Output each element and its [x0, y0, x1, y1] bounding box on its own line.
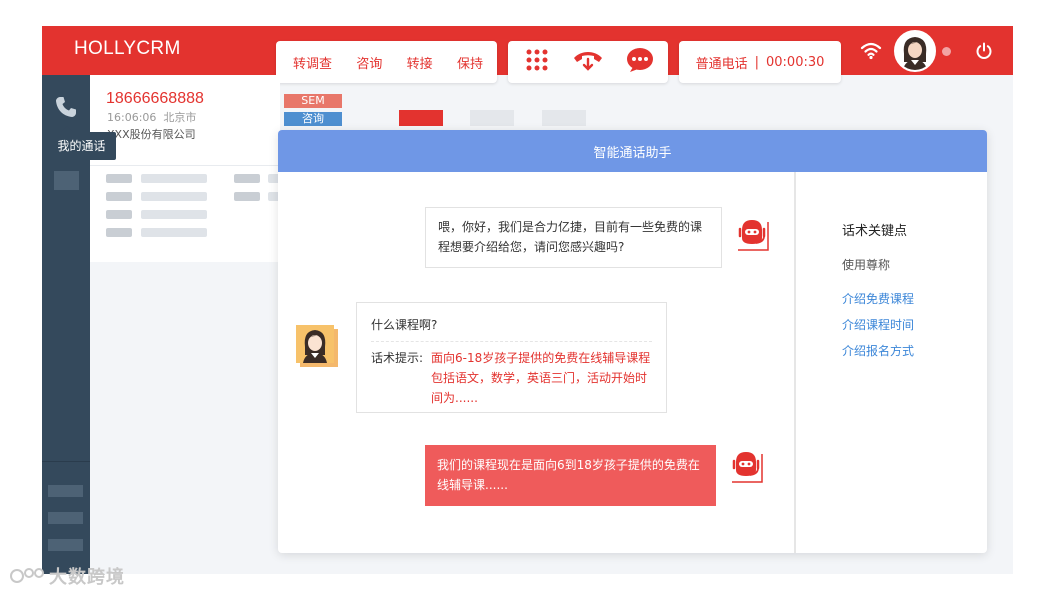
- divider: [90, 165, 280, 166]
- script-hint: 话术提示: 面向6-18岁孩子提供的免费在线辅导课程包括语文，数学，英语三门，活…: [371, 348, 652, 408]
- call-actions-group: 转调查 咨询 转接 保持: [276, 41, 497, 83]
- divider: [794, 172, 796, 553]
- customer-message: 什么课程啊? 话术提示: 面向6-18岁孩子提供的免费在线辅导课程包括语文，数学…: [356, 302, 667, 413]
- placeholder-bar: [106, 192, 132, 201]
- keypoints-title: 话术关键点: [842, 224, 908, 239]
- placeholder-bar: [234, 192, 260, 201]
- hint-text: 面向6-18岁孩子提供的免费在线辅导课程包括语文，数学，英语三门，活动开始时间为…: [431, 351, 651, 405]
- tab[interactable]: [470, 110, 514, 126]
- placeholder-bar: [234, 174, 260, 183]
- keypoint-link-course-time[interactable]: 介绍课程时间: [842, 316, 914, 333]
- call-list-panel: 18666668888 16:06:06 北京市 XXX股份有限公司: [90, 75, 280, 262]
- chat-icon[interactable]: [626, 47, 654, 77]
- top-bar: HOLLYCRM 转调查 咨询 转接 保持 普通电话 | 00:00:30: [42, 26, 1013, 83]
- robot-agent-icon: [732, 216, 772, 256]
- placeholder-bar: [141, 174, 207, 183]
- phone-icon[interactable]: [54, 95, 78, 123]
- tab[interactable]: [542, 110, 586, 126]
- rail-divider: [42, 461, 90, 462]
- app-window: HOLLYCRM 转调查 咨询 转接 保持 普通电话 | 00:00:30 我的…: [42, 26, 1013, 574]
- rail-nav-item[interactable]: [48, 485, 83, 497]
- keypoint-link-free-course[interactable]: 介绍免费课程: [842, 290, 914, 307]
- call-meta: 16:06:06 北京市: [107, 109, 196, 125]
- watermark-logo-icon: [9, 565, 45, 592]
- placeholder-bar: [141, 228, 207, 237]
- call-status-group: 普通电话 | 00:00:30: [679, 41, 841, 83]
- dialog-title: 智能通话助手: [278, 130, 987, 172]
- hold-button[interactable]: 保持: [457, 53, 483, 72]
- transfer-survey-button[interactable]: 转调查: [293, 53, 332, 72]
- caller-company: XXX股份有限公司: [107, 128, 196, 141]
- power-icon[interactable]: [975, 42, 993, 64]
- call-city: 北京市: [163, 111, 197, 124]
- brand-logo: HOLLYCRM: [74, 38, 181, 59]
- transfer-button[interactable]: 转接: [407, 53, 433, 72]
- call-timer: 00:00:30: [766, 54, 825, 70]
- call-type-label: 普通电话: [695, 56, 748, 72]
- rail-nav-item[interactable]: [48, 539, 83, 551]
- robot-agent-icon: [726, 448, 766, 488]
- customer-avatar: [296, 325, 338, 367]
- rail-nav-item[interactable]: [54, 171, 79, 190]
- presence-indicator: [942, 47, 951, 56]
- watermark-text: 大数跨境: [49, 567, 125, 588]
- consult-button[interactable]: 咨询: [356, 53, 382, 72]
- caller-number[interactable]: 18666668888: [106, 90, 204, 108]
- placeholder-bar: [106, 210, 132, 219]
- smart-call-assistant-dialog: 智能通话助手 喂，你好，我们是合力亿捷，目前有一些免费的课程想要介绍给您，请问您…: [278, 130, 987, 553]
- wifi-icon: [860, 42, 882, 64]
- tab-active[interactable]: [399, 110, 443, 126]
- watermark: 大数跨境: [9, 563, 125, 592]
- placeholder-bar: [106, 228, 132, 237]
- rail-nav-item[interactable]: [48, 512, 83, 524]
- my-calls-tooltip: 我的通话: [47, 126, 116, 160]
- user-avatar[interactable]: [894, 30, 936, 72]
- customer-question: 什么课程啊?: [371, 315, 652, 342]
- status-separator: |: [754, 54, 759, 70]
- source-tag-sem: SEM: [284, 94, 342, 108]
- type-tag-consult: 咨询: [284, 112, 342, 126]
- call-time: 16:06:06: [107, 111, 157, 124]
- bot-message: 喂，你好，我们是合力亿捷，目前有一些免费的课程想要介绍给您，请问您感兴趣吗?: [425, 207, 722, 268]
- placeholder-bar: [141, 192, 207, 201]
- placeholder-bar: [106, 174, 132, 183]
- agent-reply-message: 我们的课程现在是面向6到18岁孩子提供的免费在线辅导课......: [425, 445, 716, 506]
- keypoint-link-signup[interactable]: 介绍报名方式: [842, 342, 914, 359]
- call-controls-group: [508, 41, 668, 83]
- hangup-icon[interactable]: [572, 47, 604, 77]
- dialpad-icon[interactable]: [524, 47, 550, 77]
- placeholder-bar: [141, 210, 207, 219]
- hint-label: 话术提示:: [371, 351, 424, 365]
- keypoint-honorific: 使用尊称: [842, 258, 891, 272]
